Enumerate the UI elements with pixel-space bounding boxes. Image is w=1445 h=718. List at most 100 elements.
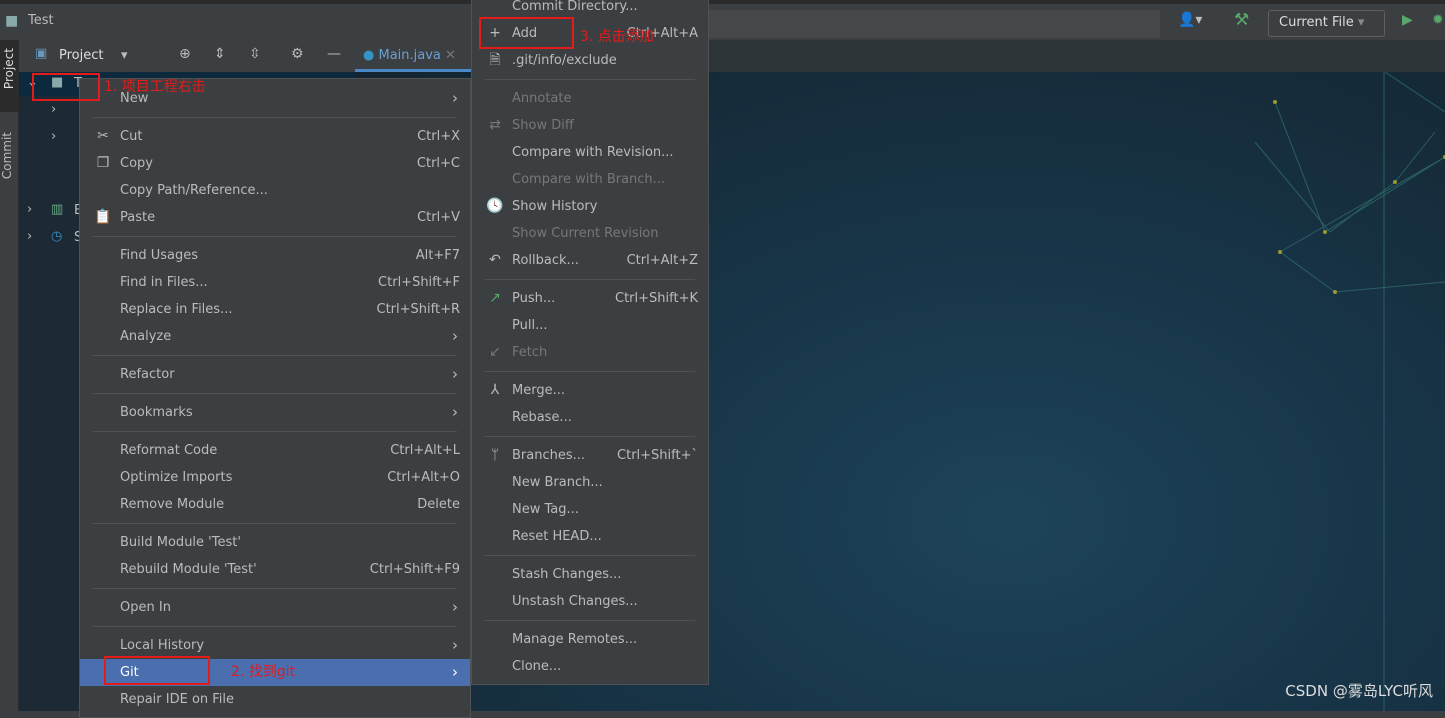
menu-item-manage-remotes[interactable]: Manage Remotes... (472, 626, 708, 653)
shortcut-label: Ctrl+C (416, 156, 460, 171)
menu-item-label: Find Usages (120, 248, 199, 263)
menu-item-label: Reset HEAD... (512, 529, 602, 544)
menu-item-label: Bookmarks (120, 405, 193, 420)
menu-item-label: Remove Module (120, 497, 225, 512)
chevron-down-icon[interactable]: ▾ (121, 48, 128, 63)
menu-item-build-module-test[interactable]: Build Module 'Test' (80, 529, 470, 556)
chevron-right-icon: › (452, 89, 458, 107)
window-title: Test (28, 13, 54, 28)
scratches-icon: ◷ (51, 229, 63, 244)
menu-separator (485, 279, 695, 280)
menu-item-stash-changes[interactable]: Stash Changes... (472, 561, 708, 588)
menu-item-reformat-code[interactable]: Reformat Code Ctrl+Alt+L (80, 437, 470, 464)
menu-item-rollback[interactable]: ↶ Rollback... Ctrl+Alt+Z (472, 247, 708, 274)
menu-item-copy[interactable]: ❐ Copy Ctrl+C (80, 150, 470, 177)
menu-item-label: Find in Files... (120, 275, 208, 290)
menu-item-optimize-imports[interactable]: Optimize Imports Ctrl+Alt+O (80, 464, 470, 491)
menu-item-label: Show Current Revision (512, 226, 659, 241)
menu-item-compare-with-revision[interactable]: Compare with Revision... (472, 139, 708, 166)
menu-item-analyze[interactable]: Analyze › (80, 323, 470, 350)
chevron-right-icon[interactable]: › (51, 102, 56, 117)
menu-item-show-diff: ⇄ Show Diff (472, 112, 708, 139)
menu-item-label: Branches... (512, 448, 586, 463)
chevron-right-icon: › (452, 598, 458, 616)
menu-item-refactor[interactable]: Refactor › (80, 361, 470, 388)
menu-item-label: Rebase... (512, 410, 572, 425)
menu-separator (485, 555, 695, 556)
chevron-right-icon[interactable]: › (51, 129, 56, 144)
menu-separator (93, 117, 457, 118)
project-tool-tab[interactable]: Project (0, 40, 19, 112)
menu-item-label: Pull... (512, 318, 548, 333)
gear-icon[interactable]: ⚙ (291, 46, 304, 62)
menu-item-fetch: ↙ Fetch (472, 339, 708, 366)
menu-item-label: .git/info/exclude (512, 53, 617, 68)
annotation-step3: 3. 点击添加 (580, 29, 654, 45)
chevron-right-icon: › (452, 403, 458, 421)
hide-icon[interactable]: — (327, 46, 341, 62)
menu-item-show-history[interactable]: 🕓 Show History (472, 193, 708, 220)
chevron-right-icon: › (452, 327, 458, 345)
chevron-right-icon[interactable]: › (27, 202, 32, 217)
menu-item-local-history[interactable]: Local History › (80, 632, 470, 659)
menu-item-replace-in-files[interactable]: Replace in Files... Ctrl+Shift+R (80, 296, 470, 323)
shortcut-label: Ctrl+Alt+Z (626, 253, 698, 268)
close-icon[interactable]: ✕ (445, 48, 456, 63)
shortcut-label: Ctrl+Shift+F9 (369, 562, 460, 577)
project-tab-label: Project (2, 48, 16, 90)
menu-item-find-in-files[interactable]: Find in Files... Ctrl+Shift+F (80, 269, 470, 296)
menu-item-push[interactable]: ↗ Push... Ctrl+Shift+K (472, 285, 708, 312)
menu-item-rebuild-module-test[interactable]: Rebuild Module 'Test' Ctrl+Shift+F9 (80, 556, 470, 583)
menu-item-reset-head[interactable]: Reset HEAD... (472, 523, 708, 550)
menu-item-copy-path-reference[interactable]: Copy Path/Reference... (80, 177, 470, 204)
menu-item-paste[interactable]: 📋 Paste Ctrl+V (80, 204, 470, 231)
run-config-label: Current File (1279, 15, 1354, 30)
java-class-icon: ● (363, 48, 375, 63)
branch-icon: ᛘ (490, 447, 500, 463)
run-icon[interactable]: ▶ (1402, 12, 1413, 28)
menu-separator (93, 588, 457, 589)
project-view-label[interactable]: Project (59, 48, 103, 63)
menu-item-label: Manage Remotes... (512, 632, 638, 647)
clock-icon: 🕓 (486, 198, 504, 214)
menu-item-open-in[interactable]: Open In › (80, 594, 470, 621)
shortcut-label: Ctrl+Alt+L (390, 443, 460, 458)
annotation-box-3 (479, 17, 574, 49)
menu-item-new-branch[interactable]: New Branch... (472, 469, 708, 496)
menu-item-rebase[interactable]: Rebase... (472, 404, 708, 431)
menu-item-label: New Tag... (512, 502, 579, 517)
menu-item-new-tag[interactable]: New Tag... (472, 496, 708, 523)
tab-main-java[interactable]: ● Main.java ✕ (355, 40, 471, 72)
commit-tool-tab[interactable]: Commit (0, 132, 19, 183)
menu-item-merge[interactable]: ⅄ Merge... (472, 377, 708, 404)
fetch-arrow-icon: ↙ (489, 344, 501, 360)
menu-item-label: Reformat Code (120, 443, 218, 458)
menu-item-remove-module[interactable]: Remove Module Delete (80, 491, 470, 518)
git-submenu: Commit Directory... + Add Ctrl+Alt+A 🗎 .git/i… (471, 0, 709, 685)
menu-item-label: Replace in Files... (120, 302, 233, 317)
menu-item-find-usages[interactable]: Find Usages Alt+F7 (80, 242, 470, 269)
chevron-right-icon: › (452, 663, 458, 681)
diff-icon: ⇄ (489, 117, 501, 133)
menu-item-unstash-changes[interactable]: Unstash Changes... (472, 588, 708, 615)
chevron-right-icon: › (452, 636, 458, 654)
user-icon[interactable]: 👤▾ (1178, 12, 1202, 28)
menu-item-clone[interactable]: Clone... (472, 653, 708, 680)
menu-item-label: Compare with Revision... (512, 145, 674, 160)
menu-item-git-info-exclude[interactable]: 🗎 .git/info/exclude (472, 47, 708, 74)
menu-item-cut[interactable]: ✂ Cut Ctrl+X (80, 123, 470, 150)
collapse-all-icon[interactable]: ⇳ (249, 46, 261, 62)
run-config-select[interactable]: Current File ▾ (1268, 10, 1385, 37)
chevron-right-icon[interactable]: › (27, 229, 32, 244)
expand-all-icon[interactable]: ⇕ (214, 46, 226, 62)
menu-item-label: Local History (120, 638, 205, 653)
debug-icon[interactable]: ✹ (1432, 12, 1444, 28)
menu-item-pull[interactable]: Pull... (472, 312, 708, 339)
build-hammer-icon[interactable]: ⚒ (1234, 10, 1249, 30)
menu-item-repair-ide-on-file[interactable]: Repair IDE on File (80, 686, 470, 713)
menu-item-branches[interactable]: ᛘ Branches... Ctrl+Shift+` (472, 442, 708, 469)
menu-item-bookmarks[interactable]: Bookmarks › (80, 399, 470, 426)
locate-icon[interactable]: ⊕ (179, 46, 191, 62)
annotation-box-2 (104, 656, 210, 685)
annotation-step2: 2. 找到git (231, 664, 296, 680)
